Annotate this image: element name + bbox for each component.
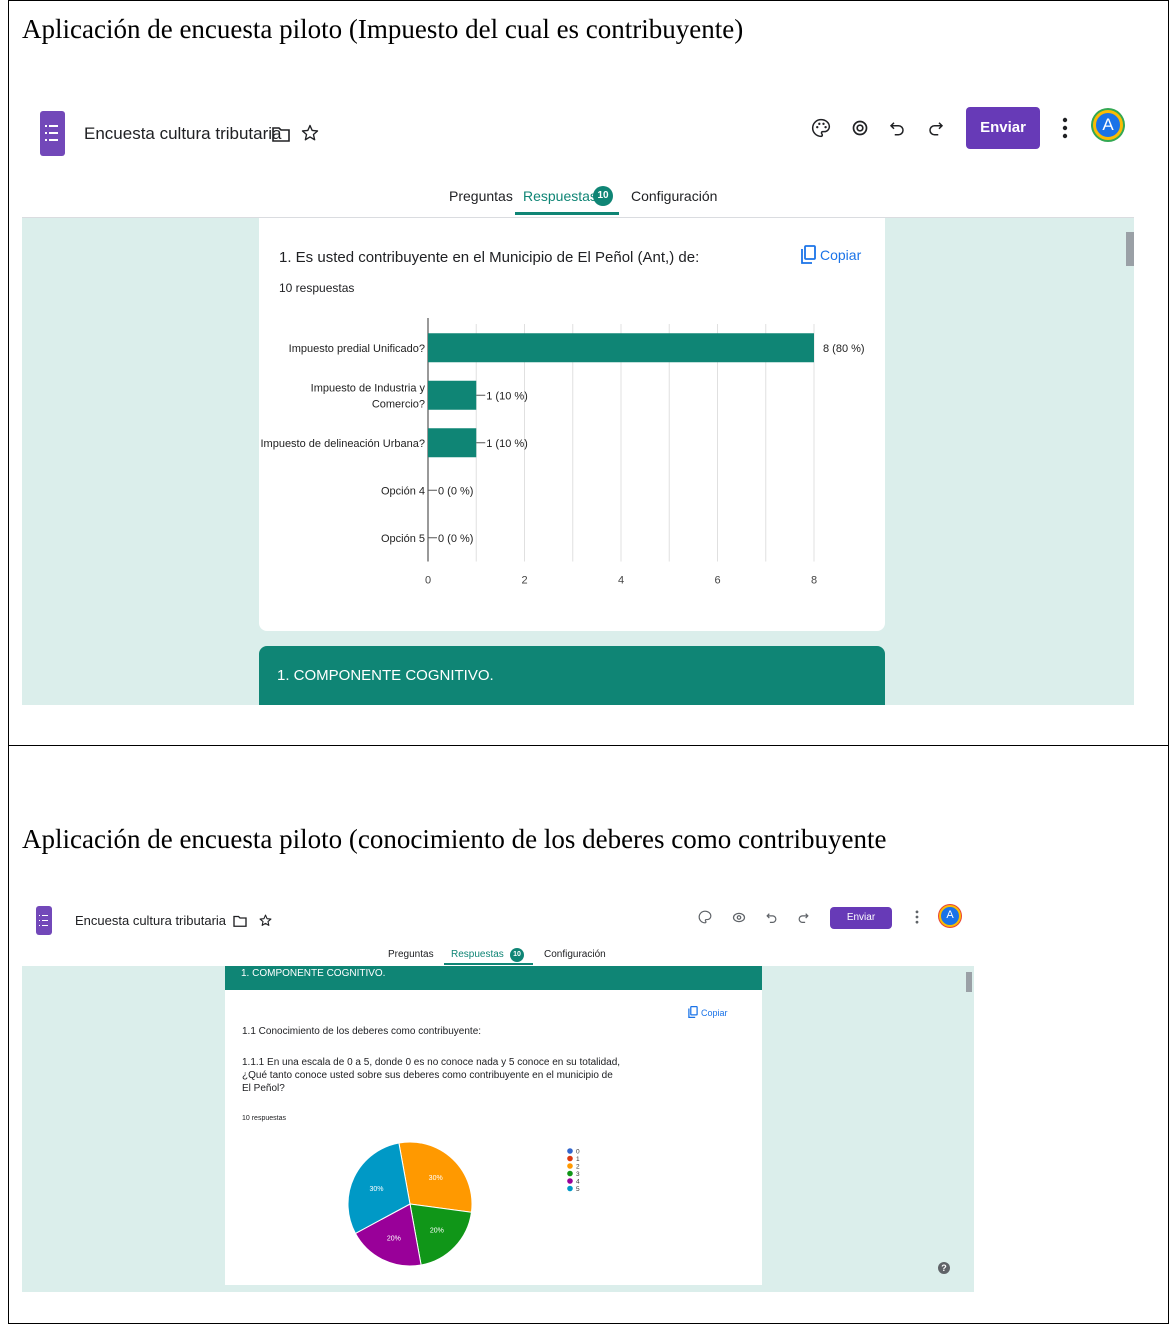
folder-icon[interactable] [233,915,247,927]
x-tick-label: 8 [811,575,817,587]
legend-label: 1 [576,1156,580,1163]
active-tab-indicator [444,963,533,965]
redo-icon[interactable] [927,119,945,137]
x-tick-label: 6 [714,575,720,587]
responses-count-badge: 10 [510,948,524,962]
question-title: 1. Es usted contribuyente en el Municipi… [279,249,700,266]
x-tick-label: 2 [521,575,527,587]
table-row-divider [8,745,1169,746]
copy-icon [801,245,816,264]
undo-icon[interactable] [888,119,906,137]
subsection-title: 1.1 Conocimiento de los deberes como con… [242,1026,482,1037]
more-vert-icon[interactable] [915,910,919,924]
pie-chart: 30% 20% 20% 30% 012345 [347,1141,580,1267]
legend-swatch [567,1185,573,1192]
category-label: Opción 4 [381,485,425,497]
google-forms-icon[interactable] [36,906,52,935]
app-header: Encuesta cultura tributaria Enviar A Pre… [22,896,974,966]
data-label: 0 (0 %) [438,533,473,545]
slice-label: 30% [369,1186,383,1193]
x-tick-label: 0 [425,575,431,587]
category-label: Impuesto de Industria y [311,382,426,394]
preview-eye-icon[interactable] [850,120,870,136]
undo-icon[interactable] [765,911,778,924]
form-title[interactable]: Encuesta cultura tributaria [84,124,282,144]
app-header: Encuesta cultura tributaria Enviar A Pre… [22,93,1134,218]
legend-label: 4 [576,1179,580,1186]
responses-canvas: 1. COMPONENTE COGNITIVO. Copiar 1.1 Cono… [22,966,974,1292]
legend-swatch [567,1148,573,1154]
legend-swatch [567,1155,573,1162]
tab-respuestas[interactable]: Respuestas [523,188,597,204]
preview-eye-icon[interactable] [732,912,746,923]
legend-label: 2 [576,1164,580,1171]
section-header-card: 1. COMPONENTE COGNITIVO. [259,646,885,705]
send-button[interactable]: Enviar [830,907,892,929]
help-icon[interactable]: ? [938,1262,950,1274]
folder-icon[interactable] [272,126,290,142]
bar-chart: 0 2 4 6 8 Impuesto predial Unificado? 8 (80 %)… [260,318,865,587]
slice-label: 20% [430,1228,444,1235]
tab-preguntas[interactable]: Preguntas [449,188,513,204]
copy-label: Copiar [820,247,862,263]
legend-label: 0 [576,1149,580,1156]
redo-icon[interactable] [797,911,810,924]
screenshot-forms-responses-1: Encuesta cultura tributaria Enviar A Pre… [22,93,1134,705]
responses-count-badge: 10 [593,186,613,206]
responses-canvas: 1. Es usted contribuyente en el Municipi… [22,218,1134,705]
user-avatar[interactable]: A [1093,110,1123,140]
copy-icon [688,1006,698,1018]
bar [428,380,477,410]
copy-chart-button[interactable]: Copiar [801,245,861,264]
category-label: Impuesto predial Unificado? [289,343,425,355]
bar [428,428,477,458]
tab-preguntas[interactable]: Preguntas [388,949,434,960]
tab-configuracion[interactable]: Configuración [631,188,717,204]
responses-count: 10 respuestas [279,281,355,295]
legend-swatch [567,1163,573,1169]
send-button[interactable]: Enviar [966,107,1040,149]
more-vert-icon[interactable] [1062,117,1068,139]
question-line-1: 1.1.1 En una escala de 0 a 5, donde 0 es… [242,1057,621,1068]
legend-label: 5 [576,1186,580,1193]
scrollbar-thumb[interactable] [1126,232,1134,266]
question-line-3: El Peñol? [242,1083,285,1094]
palette-icon[interactable] [698,910,712,924]
google-forms-icon[interactable] [40,111,65,156]
legend-swatch [567,1178,573,1184]
form-title[interactable]: Encuesta cultura tributaria [75,913,226,928]
data-label: 1 (10 %) [486,390,528,402]
data-label: 1 (10 %) [486,438,528,450]
question-summary-card: 1. Es usted contribuyente en el Municipi… [259,218,885,631]
tab-respuestas[interactable]: Respuestas [451,949,504,960]
screenshot-forms-responses-2: Encuesta cultura tributaria Enviar A Pre… [22,896,974,1292]
question-line-2: ¿Qué tanto conoce usted sobre sus debere… [242,1070,613,1081]
slice-label: 30% [429,1175,443,1182]
section-header-card: 1. COMPONENTE COGNITIVO. [225,966,762,990]
user-avatar[interactable]: A [939,905,961,927]
palette-icon[interactable] [811,118,831,138]
caption-first-screenshot: Aplicación de encuesta piloto (Impuesto … [22,14,744,44]
x-tick-label: 4 [618,575,624,587]
legend-swatch [567,1170,573,1177]
slice-label: 20% [387,1236,401,1243]
tab-configuracion[interactable]: Configuración [544,949,606,960]
legend-label: 3 [576,1171,580,1178]
star-icon[interactable] [301,124,319,142]
caption-second-screenshot: Aplicación de encuesta piloto (conocimie… [22,824,887,854]
question-summary-card: Copiar 1.1 Conocimiento de los deberes c… [225,990,762,1285]
category-label: Comercio? [372,398,425,410]
section-title: 1. COMPONENTE COGNITIVO. [241,968,386,979]
scrollbar-thumb[interactable] [966,972,972,992]
copy-chart-button[interactable]: Copiar [688,1006,728,1018]
data-label: 0 (0 %) [438,485,473,497]
category-label: Impuesto de delineación Urbana? [260,438,425,450]
star-icon[interactable] [259,914,272,927]
active-tab-indicator [515,212,619,215]
data-label: 8 (80 %) [823,343,865,355]
section-title: 1. COMPONENTE COGNITIVO. [277,667,494,684]
bar [428,333,814,363]
copy-label: Copiar [701,1008,728,1018]
category-label: Opción 5 [381,533,425,545]
